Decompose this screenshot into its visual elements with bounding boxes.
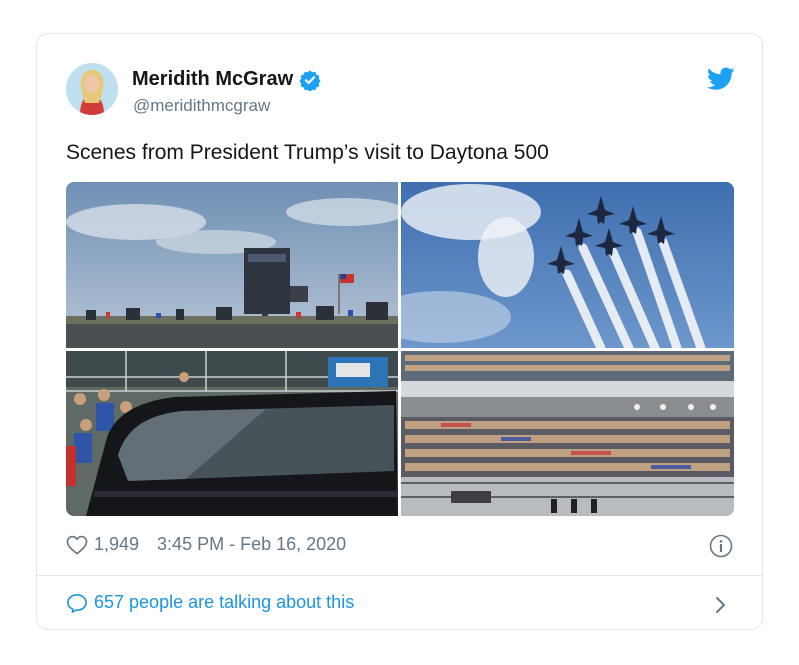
photo-motorcade-car[interactable] — [66, 351, 398, 516]
tweet-meta: 1,949 3:45 PM - Feb 16, 2020 — [66, 534, 346, 555]
embedded-tweet-card: Meridith McGraw @meridithmcgraw Scenes f… — [36, 33, 763, 630]
media-grid — [66, 182, 734, 516]
photo-jet-flyover[interactable] — [401, 182, 734, 348]
photo-grandstands[interactable] — [401, 351, 734, 516]
photo-track-scoreboard[interactable] — [66, 182, 398, 348]
conversation-link[interactable]: 657 people are talking about this — [66, 592, 354, 613]
twitter-bird-icon[interactable] — [707, 67, 735, 91]
tweet-timestamp[interactable]: 3:45 PM - Feb 16, 2020 — [157, 534, 346, 555]
chevron-right-icon[interactable] — [714, 595, 728, 615]
author-name-row[interactable]: Meridith McGraw — [132, 68, 321, 91]
tweet-text: Scenes from President Trump’s visit to D… — [66, 141, 549, 164]
heart-icon[interactable] — [66, 535, 88, 555]
footer-divider — [37, 575, 762, 576]
author-name[interactable]: Meridith McGraw — [132, 68, 293, 91]
conversation-label: 657 people are talking about this — [94, 592, 355, 612]
author-avatar[interactable] — [66, 63, 118, 115]
author-handle[interactable]: @meridithmcgraw — [133, 96, 270, 116]
like-count[interactable]: 1,949 — [94, 534, 139, 555]
speech-bubble-icon — [67, 593, 87, 613]
info-icon[interactable] — [709, 534, 733, 558]
verified-badge-icon — [299, 69, 321, 91]
